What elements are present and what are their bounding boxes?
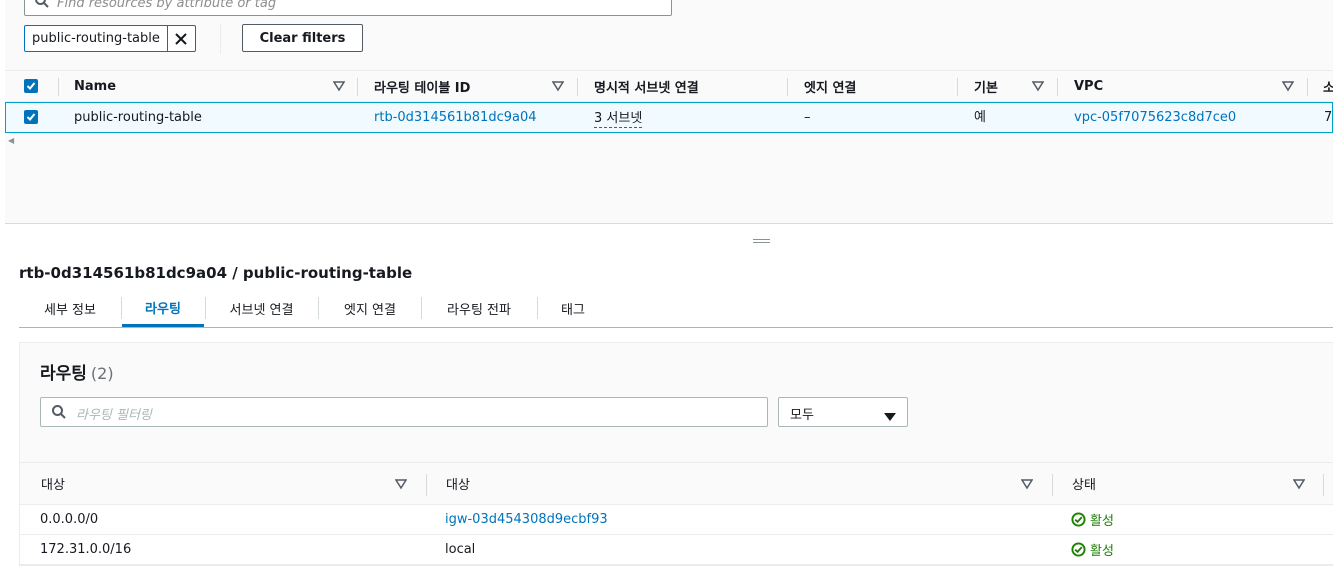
column-header-vpc[interactable]: VPC bbox=[1074, 71, 1103, 101]
resize-handle-icon[interactable] bbox=[753, 239, 770, 245]
checkbox-checked-icon bbox=[26, 82, 36, 90]
column-header-owner[interactable]: 소 bbox=[1323, 71, 1333, 101]
column-header-target[interactable]: 대상 bbox=[446, 463, 470, 504]
column-divider[interactable] bbox=[1057, 78, 1058, 96]
filter-token: public-routing-table bbox=[24, 25, 196, 52]
search-placeholder: Find resources by attribute or tag bbox=[57, 0, 277, 11]
tab-details[interactable]: 세부 정보 bbox=[19, 290, 121, 327]
routes-table-header: 대상 대상 상태 bbox=[20, 462, 1333, 505]
column-divider[interactable] bbox=[787, 78, 788, 96]
column-header-name[interactable]: Name bbox=[74, 71, 116, 101]
explicit-subnets-popover-trigger[interactable]: 3 서브넷 bbox=[594, 107, 643, 128]
checkbox-checked-icon bbox=[26, 113, 36, 121]
remove-filter-button[interactable] bbox=[166, 26, 195, 51]
route-target: local bbox=[445, 542, 476, 557]
sort-caret-icon[interactable] bbox=[1031, 80, 1045, 92]
detail-tabs: 세부 정보 라우팅 서브넷 연결 엣지 연결 라우팅 전파 태그 bbox=[19, 290, 1333, 328]
column-divider[interactable] bbox=[1307, 78, 1308, 96]
column-header-explicit-subnets[interactable]: 명시적 서브넷 연결 bbox=[594, 71, 699, 101]
sort-caret-icon[interactable] bbox=[332, 80, 346, 92]
column-header-destination[interactable]: 대상 bbox=[41, 463, 65, 504]
column-header-main[interactable]: 기본 bbox=[974, 71, 998, 101]
tab-route-propagation[interactable]: 라우팅 전파 bbox=[422, 290, 536, 327]
cell-owner: 7 bbox=[1324, 110, 1333, 125]
column-divider bbox=[58, 78, 59, 96]
sort-caret-icon[interactable] bbox=[1281, 80, 1295, 92]
status-positive-icon bbox=[1071, 512, 1086, 527]
tab-routes[interactable]: 라우팅 bbox=[122, 290, 204, 327]
search-icon bbox=[51, 404, 67, 420]
sort-caret-icon[interactable] bbox=[394, 478, 408, 490]
route-target-link[interactable]: igw-03d454308d9ecbf93 bbox=[445, 505, 608, 534]
column-divider[interactable] bbox=[426, 474, 427, 496]
tab-edge-associations[interactable]: 엣지 연결 bbox=[319, 290, 421, 327]
route-status-text: 활성 bbox=[1090, 544, 1114, 559]
scroll-left-icon[interactable]: ◀ bbox=[8, 136, 14, 145]
cell-explicit-subnets[interactable]: 3 서브넷 bbox=[594, 103, 643, 132]
route-filter-placeholder: 라우팅 필터링 bbox=[76, 408, 152, 423]
route-table-id-link[interactable]: rtb-0d314561b81dc9a04 bbox=[374, 103, 537, 132]
column-divider[interactable] bbox=[1323, 474, 1324, 496]
select-all-checkbox[interactable] bbox=[24, 79, 38, 93]
cell-edge-association: – bbox=[804, 110, 811, 125]
route-type-select[interactable]: 모두 bbox=[778, 397, 908, 427]
route-row: 0.0.0.0/0 igw-03d454308d9ecbf93 활성 bbox=[20, 505, 1333, 535]
sort-caret-icon[interactable] bbox=[1020, 478, 1034, 490]
filter-divider bbox=[220, 24, 221, 54]
caret-down-icon bbox=[884, 409, 896, 425]
route-destination: 172.31.0.0/16 bbox=[40, 542, 132, 557]
column-divider[interactable] bbox=[357, 78, 358, 96]
column-header-edge-association[interactable]: 엣지 연결 bbox=[804, 71, 856, 101]
table-header: Name 라우팅 테이블 ID 명시적 서브넷 연결 엣지 연결 기본 VPC … bbox=[5, 70, 1333, 102]
search-icon bbox=[34, 0, 50, 9]
clear-filters-button[interactable]: Clear filters bbox=[242, 24, 363, 52]
route-status: 활성 bbox=[1071, 505, 1114, 534]
column-divider[interactable] bbox=[577, 78, 578, 96]
route-destination: 0.0.0.0/0 bbox=[40, 512, 99, 527]
routes-count: (2) bbox=[90, 364, 114, 383]
column-divider[interactable] bbox=[957, 78, 958, 96]
cell-name: public-routing-table bbox=[74, 110, 202, 125]
tab-subnet-associations[interactable]: 서브넷 연결 bbox=[206, 290, 317, 327]
routes-heading: 라우팅 (2) bbox=[40, 359, 114, 384]
filter-token-label: public-routing-table bbox=[32, 31, 160, 46]
sort-caret-icon[interactable] bbox=[551, 80, 565, 92]
route-type-select-value: 모두 bbox=[790, 408, 814, 423]
route-status-text: 활성 bbox=[1090, 514, 1114, 529]
column-header-route-table-id[interactable]: 라우팅 테이블 ID bbox=[374, 71, 470, 101]
routes-container: 라우팅 (2) 라우팅 필터링 모두 대상 대상 상태 0.0.0.0/0 igw… bbox=[19, 342, 1333, 566]
cell-main: 예 bbox=[974, 110, 986, 125]
search-input[interactable]: Find resources by attribute or tag bbox=[24, 0, 672, 16]
detail-title: rtb-0d314561b81dc9a04 / public-routing-t… bbox=[19, 264, 413, 282]
table-row[interactable]: public-routing-table rtb-0d314561b81dc9a… bbox=[5, 102, 1333, 133]
column-divider[interactable] bbox=[1052, 474, 1053, 496]
sort-caret-icon[interactable] bbox=[1292, 478, 1306, 490]
route-tables-list-panel: Find resources by attribute or tag publi… bbox=[5, 0, 1333, 224]
tab-tags[interactable]: 태그 bbox=[538, 290, 608, 327]
column-header-status[interactable]: 상태 bbox=[1072, 463, 1096, 504]
status-positive-icon bbox=[1071, 542, 1086, 557]
route-row: 172.31.0.0/16 local 활성 bbox=[20, 535, 1333, 565]
routes-heading-text: 라우팅 bbox=[40, 364, 87, 384]
close-icon bbox=[175, 32, 188, 45]
route-status: 활성 bbox=[1071, 535, 1114, 564]
route-filter-input[interactable]: 라우팅 필터링 bbox=[40, 397, 768, 427]
vpc-link[interactable]: vpc-05f7075623c8d7ce0 bbox=[1074, 103, 1236, 132]
row-checkbox[interactable] bbox=[24, 110, 38, 124]
